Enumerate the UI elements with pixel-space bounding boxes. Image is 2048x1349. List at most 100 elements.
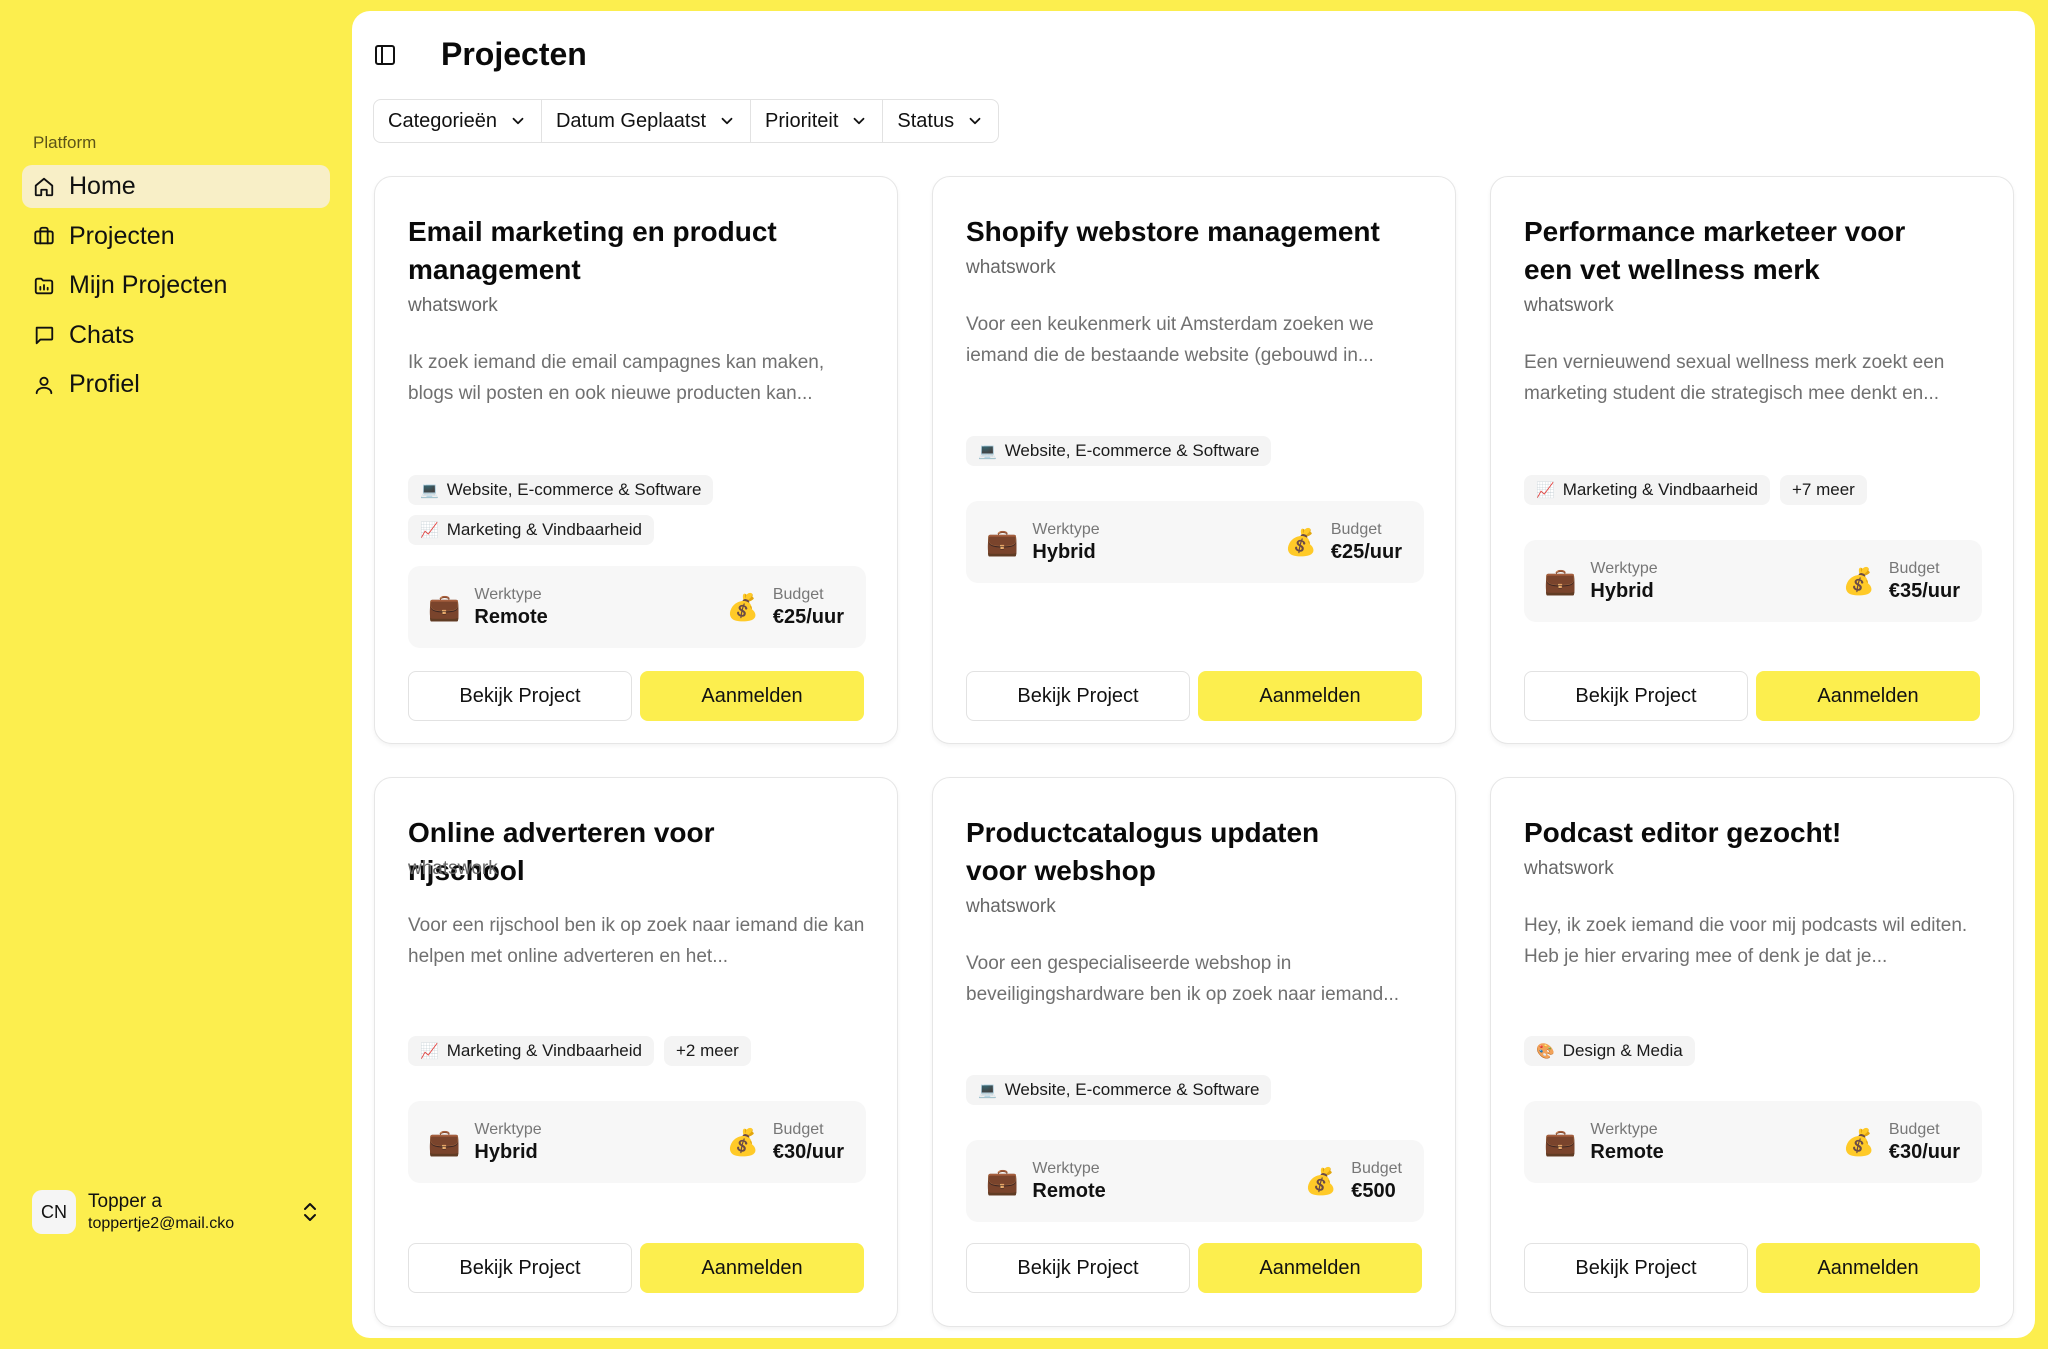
sidebar-item-label: Chats: [69, 320, 135, 349]
tag-label: Marketing & Vindbaarheid: [446, 520, 642, 539]
filter-datum-geplaatst[interactable]: Datum Geplaatst: [542, 100, 752, 142]
project-info-box: 💼 Werktype Remote 💰 Budget €30/uur: [1524, 1101, 1982, 1183]
filter-label: Status: [897, 109, 955, 132]
briefcase-icon: [33, 225, 55, 247]
project-company: whatswork: [1524, 295, 1614, 316]
budget-label: Budget: [1351, 1159, 1402, 1177]
money-bag-icon: 💰: [1842, 565, 1875, 596]
home-icon: [33, 176, 55, 198]
tag-label: Website, E-commerce & Software: [1004, 441, 1260, 460]
filter-bar: Categorieën Datum Geplaatst Prioriteit S…: [373, 99, 1000, 143]
laptop-icon: 💻: [978, 443, 997, 460]
apply-button[interactable]: Aanmelden: [640, 1243, 864, 1293]
budget-info: 💰 Budget €25/uur: [726, 566, 844, 648]
project-company: whatswork: [408, 858, 498, 879]
page-title: Projecten: [441, 36, 587, 72]
project-description: Hey, ik zoek iemand die voor mij podcast…: [1524, 915, 1968, 967]
apply-button[interactable]: Aanmelden: [1198, 671, 1422, 721]
project-company: whatswork: [966, 896, 1056, 917]
sidebar-group-label: Platform: [33, 133, 97, 152]
chart-icon: 📈: [420, 1043, 439, 1060]
budget-info: 💰 Budget €30/uur: [726, 1101, 844, 1183]
apply-button[interactable]: Aanmelden: [1198, 1243, 1422, 1293]
view-project-button[interactable]: Bekijk Project: [966, 1243, 1190, 1293]
budget-value: €25/uur: [1330, 540, 1402, 563]
user-name: Topper a: [88, 1191, 162, 1212]
werktype-value: Hybrid: [1590, 579, 1654, 602]
project-info-box: 💼 Werktype Hybrid 💰 Budget €25/uur: [966, 501, 1424, 583]
tag-list: 🎨 Design & Media: [1524, 1036, 1984, 1066]
filter-prioriteit[interactable]: Prioriteit: [751, 100, 884, 142]
chevron-down-icon: [969, 117, 981, 125]
sidebar-item-label: Projecten: [69, 221, 175, 250]
budget-value: €500: [1351, 1179, 1396, 1202]
view-project-button[interactable]: Bekijk Project: [966, 671, 1190, 721]
project-card: Productcatalogus updaten voor webshop wh…: [932, 777, 1456, 1327]
laptop-icon: 💻: [978, 1082, 997, 1099]
briefcase-icon: 💼: [428, 591, 461, 622]
chevron-down-icon: [512, 117, 524, 125]
werktype-info: 💼 Werktype Remote: [1544, 1101, 1664, 1183]
project-info-box: 💼 Werktype Remote 💰 Budget €25/uur: [408, 566, 866, 648]
project-title: Podcast editor gezocht!: [1524, 817, 1842, 848]
main-panel: Projecten Categorieën Datum Geplaatst Pr…: [352, 11, 2035, 1338]
budget-value: €35/uur: [1888, 579, 1960, 602]
briefcase-icon: 💼: [986, 526, 1019, 557]
project-card: Shopify webstore management whatswork Vo…: [932, 176, 1456, 744]
sidebar-item-home[interactable]: Home: [22, 165, 330, 208]
budget-value: €25/uur: [772, 605, 844, 628]
project-card: Email marketing en product management wh…: [374, 176, 898, 744]
laptop-icon: 💻: [420, 482, 439, 499]
tag-list: 📈 Marketing & Vindbaarheid +2 meer: [408, 1036, 868, 1066]
filter-categorieen[interactable]: Categorieën: [374, 100, 542, 142]
project-description: Voor een rijschool ben ik op zoek naar i…: [408, 915, 865, 967]
sidebar-item-chats[interactable]: Chats: [22, 314, 330, 357]
view-project-button[interactable]: Bekijk Project: [408, 1243, 632, 1293]
briefcase-icon: 💼: [428, 1126, 461, 1157]
user-email: toppertje2@mail.cko: [88, 1215, 235, 1232]
more-tags-badge: +2 meer: [664, 1036, 751, 1066]
budget-value: €30/uur: [772, 1140, 844, 1163]
user-menu[interactable]: CN Topper a toppertje2@mail.cko: [22, 1184, 330, 1240]
sidebar-item-label: Home: [69, 172, 136, 200]
project-card: Podcast editor gezocht! whatswork Hey, i…: [1490, 777, 2014, 1327]
tag-label: Design & Media: [1562, 1041, 1683, 1060]
sidebar-item-mijn-projecten[interactable]: Mijn Projecten: [22, 264, 330, 307]
view-project-button[interactable]: Bekijk Project: [1524, 671, 1748, 721]
sidebar-toggle-icon[interactable]: [373, 43, 397, 67]
werktype-value: Hybrid: [474, 1140, 538, 1163]
chevron-down-icon: [854, 117, 865, 125]
apply-button[interactable]: Aanmelden: [1756, 671, 1980, 721]
view-project-button[interactable]: Bekijk Project: [1524, 1243, 1748, 1293]
werktype-value: Remote: [1590, 1140, 1664, 1163]
project-title: Email marketing en product management: [408, 216, 777, 285]
project-info-box: 💼 Werktype Hybrid 💰 Budget €35/uur: [1524, 540, 1982, 622]
budget-label: Budget: [1888, 1120, 1940, 1138]
werktype-info: 💼 Werktype Remote: [428, 566, 548, 648]
category-tag: 🎨 Design & Media: [1524, 1036, 1695, 1066]
apply-button[interactable]: Aanmelden: [640, 671, 864, 721]
budget-info: 💰 Budget €35/uur: [1842, 540, 1960, 622]
project-company: whatswork: [1524, 858, 1614, 879]
project-title: Shopify webstore management: [966, 216, 1380, 247]
tag-label: +7 meer: [1792, 480, 1855, 499]
tag-label: Marketing & Vindbaarheid: [446, 1041, 642, 1060]
view-project-button[interactable]: Bekijk Project: [408, 671, 632, 721]
werktype-info: 💼 Werktype Remote: [986, 1140, 1106, 1222]
apply-button[interactable]: Aanmelden: [1756, 1243, 1980, 1293]
chart-icon: 📈: [1536, 482, 1555, 499]
category-tag: 💻 Website, E-commerce & Software: [966, 1075, 1272, 1105]
werktype-value: Hybrid: [1032, 540, 1096, 563]
money-bag-icon: 💰: [726, 591, 759, 622]
werktype-label: Werktype: [1590, 559, 1658, 577]
filter-status[interactable]: Status: [883, 100, 998, 142]
avatar: CN: [32, 1190, 76, 1234]
werktype-label: Werktype: [1590, 1120, 1658, 1138]
chevrons-up-down-icon: [304, 1203, 316, 1221]
palette-icon: 🎨: [1536, 1043, 1555, 1060]
sidebar-item-projecten[interactable]: Projecten: [22, 215, 330, 258]
money-bag-icon: 💰: [1284, 526, 1317, 557]
budget-label: Budget: [1888, 559, 1940, 577]
category-tag: 📈 Marketing & Vindbaarheid: [1524, 475, 1770, 505]
sidebar-item-profiel[interactable]: Profiel: [22, 363, 330, 406]
